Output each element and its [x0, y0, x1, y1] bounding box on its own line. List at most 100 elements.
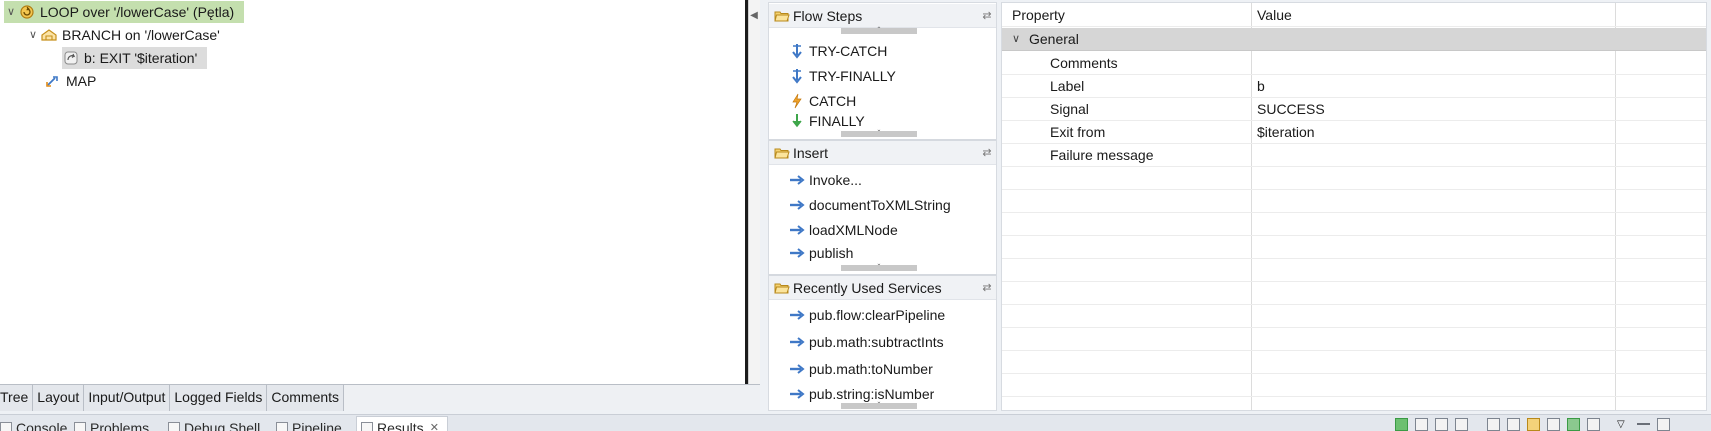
palette-item-load-xml-node[interactable]: loadXMLNode	[789, 218, 898, 242]
folder-open-icon	[774, 9, 790, 23]
remove-all-icon[interactable]	[1435, 418, 1448, 431]
collapse-chevron-icon[interactable]: ∨	[4, 1, 18, 23]
palette-item-subtract-ints[interactable]: pub.math:subtractInts	[789, 330, 944, 354]
palette-item-is-number[interactable]: pub.string:isNumber	[789, 384, 934, 404]
exit-icon	[62, 49, 80, 67]
palette-section-recent-services[interactable]: Recently Used Services ⇄	[769, 276, 996, 300]
invoke-arrow-icon	[789, 245, 805, 261]
palette-item-label: FINALLY	[809, 113, 865, 129]
close-icon[interactable]: ✕	[430, 417, 439, 431]
property-group-label: General	[1029, 31, 1079, 47]
open-folder-icon[interactable]	[1527, 418, 1540, 431]
property-row-failure-message[interactable]: Failure message	[1002, 144, 1706, 167]
run-icon[interactable]	[1395, 418, 1408, 431]
tree-node-label: LOOP over '/lowerCase' (Pętla)	[40, 4, 235, 20]
try-catch-icon	[789, 43, 805, 59]
palette-section-insert[interactable]: Insert ⇄	[769, 141, 996, 165]
collapse-chevron-icon[interactable]: ∨	[26, 24, 40, 46]
tab-logged-fields[interactable]: Logged Fields	[170, 385, 268, 411]
tree-node-map[interactable]: MAP	[44, 70, 102, 92]
minimize-icon[interactable]	[1637, 423, 1650, 425]
collapse-left-icon[interactable]: ◀	[749, 7, 759, 25]
invoke-arrow-icon	[789, 197, 805, 213]
problems-icon	[74, 422, 86, 431]
branch-icon	[40, 26, 58, 44]
forward-icon[interactable]	[1455, 418, 1468, 431]
invoke-arrow-icon	[789, 334, 805, 350]
scroll-down-icon[interactable]: ˇ	[841, 130, 917, 138]
palette-item-catch[interactable]: CATCH	[789, 89, 856, 113]
export-icon[interactable]	[1587, 418, 1600, 431]
tab-label: Debug Shell	[184, 420, 261, 431]
view-menu-chevron-icon[interactable]: ▽	[1617, 418, 1630, 431]
palette-item-label: pub.math:toNumber	[809, 361, 933, 377]
pin-icon[interactable]	[1567, 418, 1580, 431]
pin-toggle-icon[interactable]: ⇄	[978, 281, 996, 294]
empty-row	[1002, 374, 1706, 397]
property-row-signal[interactable]: Signal SUCCESS	[1002, 98, 1706, 121]
maximize-icon[interactable]	[1657, 418, 1670, 431]
flow-tree-panel: ∨ LOOP over '/lowerCase' (Pętla) ∨ BRANC…	[0, 0, 760, 411]
copy-icon[interactable]	[1507, 418, 1520, 431]
property-key: Exit from	[1050, 124, 1106, 140]
palette-item-label: pub.math:subtractInts	[809, 334, 944, 350]
tab-pipeline[interactable]: Pipeline	[276, 417, 342, 431]
palette-item-document-to-xml-string[interactable]: documentToXMLString	[789, 193, 951, 217]
tab-results[interactable]: Results ✕	[356, 416, 448, 431]
tree-node-exit[interactable]: b: EXIT '$iteration'	[62, 47, 208, 69]
tree-node-loop[interactable]: ∨ LOOP over '/lowerCase' (Pętla)	[4, 1, 245, 23]
remove-icon[interactable]	[1415, 418, 1428, 431]
panel-sash-strip[interactable]	[748, 0, 760, 385]
scroll-down-icon[interactable]: ˇ	[841, 264, 917, 272]
palette-item-clear-pipeline[interactable]: pub.flow:clearPipeline	[789, 303, 945, 327]
tab-console[interactable]: Console	[0, 417, 67, 431]
save-icon[interactable]	[1487, 418, 1500, 431]
palette-item-label: documentToXMLString	[809, 197, 951, 213]
property-value[interactable]: b	[1257, 75, 1265, 98]
refresh-icon[interactable]	[1547, 418, 1560, 431]
palette-item-invoke[interactable]: Invoke...	[789, 168, 862, 192]
column-header-value[interactable]: Value	[1257, 4, 1292, 27]
properties-panel: Property Value ∨ General Comments Label …	[1001, 2, 1707, 411]
property-value[interactable]: $iteration	[1257, 121, 1315, 144]
empty-row	[1002, 167, 1706, 190]
palette-item-finally[interactable]: FINALLY	[789, 112, 865, 130]
property-group-general[interactable]: ∨ General	[1002, 28, 1706, 51]
invoke-arrow-icon	[789, 222, 805, 238]
properties-header: Property Value	[1002, 4, 1706, 27]
scroll-up-icon[interactable]: ˆ	[841, 27, 917, 35]
palette-item-try-finally[interactable]: TRY-FINALLY	[789, 64, 896, 88]
palette-item-label: Invoke...	[809, 172, 862, 188]
palette-item-try-catch[interactable]: TRY-CATCH	[789, 39, 887, 63]
column-header-property[interactable]: Property	[1012, 4, 1065, 27]
pin-toggle-icon[interactable]: ⇄	[978, 146, 996, 159]
tab-tree[interactable]: Tree	[0, 385, 34, 411]
pin-toggle-icon[interactable]: ⇄	[978, 9, 996, 22]
tab-label: Pipeline	[292, 420, 342, 431]
property-row-comments[interactable]: Comments	[1002, 52, 1706, 75]
palette-item-label: pub.string:isNumber	[809, 386, 935, 402]
try-finally-icon	[789, 68, 805, 84]
palette-item-label: pub.flow:clearPipeline	[809, 307, 946, 323]
property-key: Label	[1050, 78, 1085, 94]
palette-item-publish[interactable]: publish	[789, 243, 853, 263]
scroll-down-icon[interactable]: ˇ	[841, 402, 917, 410]
tab-comments[interactable]: Comments	[267, 385, 345, 411]
tree-node-branch[interactable]: ∨ BRANCH on '/lowerCase'	[26, 24, 226, 46]
palette-item-label: CATCH	[809, 93, 857, 109]
tab-layout[interactable]: Layout	[33, 385, 85, 411]
palette-item-label: TRY-FINALLY	[809, 68, 896, 84]
tab-debug-shell[interactable]: Debug Shell	[168, 417, 260, 431]
palette-section-flow-steps[interactable]: Flow Steps ⇄	[769, 4, 996, 28]
property-row-exit-from[interactable]: Exit from $iteration	[1002, 121, 1706, 144]
palette-section-title: Flow Steps	[793, 7, 863, 24]
debug-shell-icon	[168, 422, 180, 431]
property-key: Failure message	[1050, 147, 1154, 163]
collapse-chevron-icon[interactable]: ∨	[1012, 28, 1020, 51]
tab-input-output[interactable]: Input/Output	[84, 385, 171, 411]
property-row-label[interactable]: Label b	[1002, 75, 1706, 98]
empty-row	[1002, 259, 1706, 282]
palette-item-to-number[interactable]: pub.math:toNumber	[789, 357, 933, 381]
tab-problems[interactable]: Problems	[74, 417, 149, 431]
property-value[interactable]: SUCCESS	[1257, 98, 1325, 121]
